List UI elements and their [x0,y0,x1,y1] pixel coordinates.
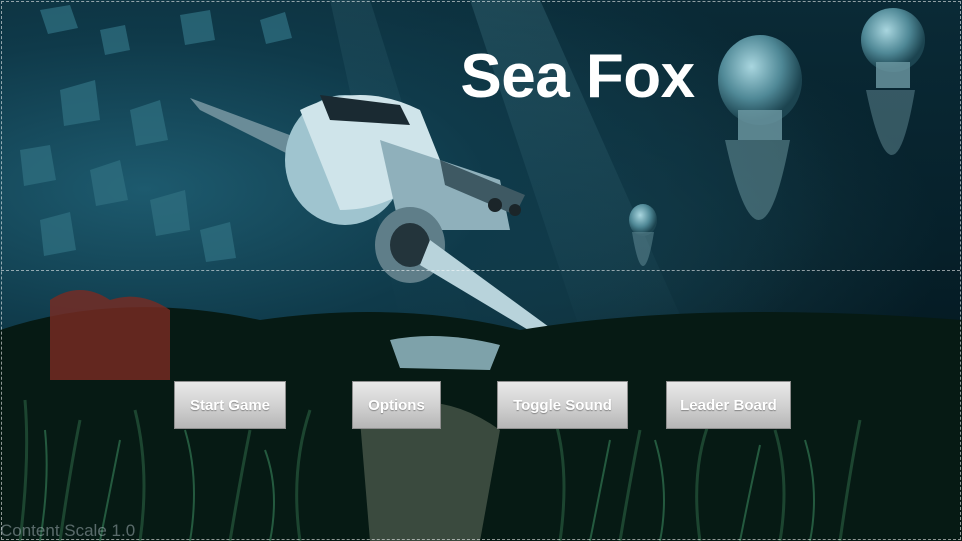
seafloor [0,290,962,541]
options-button[interactable]: Options [352,381,441,429]
toggle-sound-button[interactable]: Toggle Sound [497,381,628,429]
game-title: Sea Fox [460,42,695,111]
leader-board-button[interactable]: Leader Board [666,381,791,429]
start-game-button[interactable]: Start Game [174,381,286,429]
content-scale-label: Content Scale 1.0 [0,521,136,540]
submarine-ship [190,95,560,340]
